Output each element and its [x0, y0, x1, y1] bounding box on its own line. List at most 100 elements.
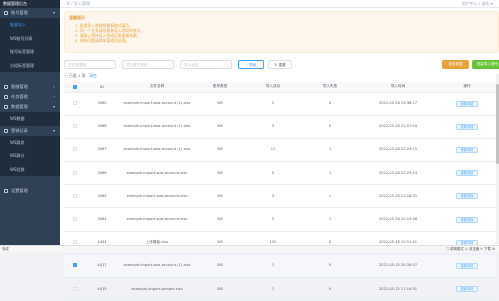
- cell-fail: 0: [302, 92, 358, 116]
- chevron-icon: ›: [53, 84, 55, 89]
- notice-panel: 温馨提示 1. 批量导入需按照模板格式填写。 2. 同一个任务请勿重复导入相同的…: [64, 11, 499, 53]
- row-checkbox[interactable]: [73, 217, 77, 222]
- cell-name: example-import-was-account.xlsx: [118, 207, 196, 232]
- view-detail-button[interactable]: 查看详情: [455, 146, 479, 153]
- row-checkbox[interactable]: [73, 240, 77, 245]
- cell-name: example-import-sample.xlsx: [118, 277, 196, 301]
- view-detail-button[interactable]: 查看详情: [455, 123, 479, 130]
- import-table: ID 文件名称 账号类型 导入成功 导入失败 导入时间 操作 3060 examp…: [64, 82, 496, 301]
- cell-type: WS: [196, 92, 244, 116]
- row-checkbox[interactable]: [73, 124, 77, 129]
- row-select-cell[interactable]: [64, 207, 86, 232]
- cell-type: WS: [196, 277, 244, 301]
- cell-action: 查看详情: [438, 277, 496, 301]
- user-menu[interactable]: 用户中心 | 退出 ▾: [462, 0, 493, 7]
- row-select-cell[interactable]: [64, 184, 86, 209]
- table-row[interactable]: 3067 example-import-was-account (1).xlsx W…: [64, 138, 496, 163]
- row-checkbox[interactable]: [73, 147, 77, 152]
- row-checkbox[interactable]: [73, 193, 77, 198]
- sidebar-group[interactable]: 数据管理 ▾: [0, 102, 60, 112]
- sidebar-item[interactable]: 账号标签管理: [0, 45, 60, 59]
- select-all-cell[interactable]: [64, 82, 86, 93]
- export-button[interactable]: 导出数据: [442, 60, 469, 69]
- view-detail-button[interactable]: 查看详情: [455, 100, 479, 107]
- cell-action: 查看详情: [438, 115, 496, 139]
- table-row[interactable]: 3060 example-import-was-account (1).xlsx W…: [64, 92, 496, 116]
- cell-success: 3: [244, 115, 302, 139]
- table-row[interactable]: 3066 example-import-was-account.xlsx WS 5 1 2…: [64, 161, 496, 186]
- row-checkbox[interactable]: [73, 263, 77, 268]
- row-select-cell[interactable]: [64, 92, 86, 116]
- list-icon: [4, 95, 8, 99]
- batch-import-button[interactable]: 批量导入账号: [472, 60, 499, 69]
- cell-time: 2022-05-26 22:19:48: [358, 207, 438, 232]
- clear-selection-link[interactable]: 清空: [89, 73, 97, 78]
- table-row[interactable]: 3064 example-import-was-account.xlsx WS 5 1 2…: [64, 207, 496, 232]
- cell-id: 3060: [86, 92, 118, 116]
- chevron-icon: ▾: [52, 10, 55, 15]
- file-name-input[interactable]: 文件名搜索: [64, 60, 116, 69]
- table-row[interactable]: 4417 example-import-was-account (1).xlsx W…: [64, 254, 496, 279]
- sidebar-group[interactable]: 账号管理 ▾: [0, 8, 60, 18]
- row-select-cell[interactable]: [64, 277, 86, 301]
- top-bar: 数据管理后台 号 / 导入管理 用户中心 | 退出 ▾: [0, 0, 499, 8]
- cell-name: example-import-was-account (1).xlsx: [118, 138, 196, 163]
- chevron-icon: ▾: [52, 104, 55, 109]
- cell-success: 11: [244, 138, 302, 163]
- sidebar-item[interactable]: WS群发: [0, 135, 60, 149]
- cell-fail: 0: [302, 277, 358, 301]
- row-checkbox[interactable]: [73, 101, 77, 106]
- sidebar-item[interactable]: WS账号列表: [0, 31, 60, 45]
- headset-icon: [4, 85, 8, 89]
- sidebar-group[interactable]: 营销记录 ▾: [0, 126, 60, 136]
- row-select-cell[interactable]: [64, 115, 86, 139]
- cell-action: 查看详情: [438, 184, 496, 209]
- row-select-cell[interactable]: [64, 254, 86, 279]
- view-detail-button[interactable]: 查看详情: [455, 216, 479, 223]
- breadcrumb: 号 / 导入管理: [66, 1, 90, 6]
- sidebar-item[interactable]: 分组标签管理: [0, 58, 60, 72]
- view-detail-button[interactable]: 查看详情: [455, 262, 479, 269]
- sidebar-group-label: 账号管理: [11, 10, 28, 15]
- search-button[interactable]: ⌕ 搜索: [238, 60, 264, 69]
- sidebar-group[interactable]: 设置管理: [0, 186, 60, 196]
- reset-button[interactable]: ↻ 重置: [268, 60, 292, 69]
- row-checkbox[interactable]: [73, 170, 77, 175]
- notice-title: 温馨提示: [69, 15, 85, 20]
- cell-action: 查看详情: [438, 161, 496, 186]
- column-header: 账号类型: [196, 82, 244, 93]
- row-select-cell[interactable]: [64, 161, 86, 186]
- sidebar-item[interactable]: WS群分: [0, 149, 60, 163]
- cell-fail: 1: [302, 138, 358, 163]
- cell-time: 2022-05-15 17:14:51: [358, 277, 438, 301]
- cell-name: example-import-was-account.xlsx: [118, 161, 196, 186]
- sidebar-item[interactable]: WS数据: [0, 112, 60, 126]
- status-select[interactable]: 导入状态: [180, 60, 232, 69]
- cell-action: 查看详情: [438, 254, 496, 279]
- table-row[interactable]: 3068 example-import-was-account (1).xlsx W…: [64, 115, 496, 139]
- column-header: 操作: [438, 82, 496, 93]
- user-icon: [4, 11, 8, 15]
- table-row[interactable]: 3065 example-import-was-account.xlsx WS 3 1 2…: [64, 184, 496, 209]
- row-select-cell[interactable]: [64, 138, 86, 163]
- account-type-select[interactable]: 导入账号类型: [122, 60, 174, 69]
- cell-id: 3068: [86, 115, 118, 139]
- cell-type: WS: [196, 138, 244, 163]
- view-detail-button[interactable]: 查看详情: [455, 286, 479, 293]
- sidebar-group[interactable]: 任务管理 ›: [0, 92, 60, 102]
- table-header-row: ID 文件名称 账号类型 导入成功 导入失败 导入时间 操作: [64, 82, 496, 93]
- sidebar-group[interactable]: 客服管理 ›: [0, 82, 60, 92]
- gear-icon: [4, 189, 8, 193]
- selection-info: ⓘ 已选 1 项清空: [64, 73, 97, 79]
- view-detail-button[interactable]: 查看详情: [455, 193, 479, 200]
- sidebar-item[interactable]: 批量导入: [0, 18, 60, 32]
- sidebar-item[interactable]: WS拉群: [0, 162, 60, 176]
- select-all-checkbox[interactable]: [73, 84, 77, 89]
- view-detail-button[interactable]: 查看详情: [455, 170, 479, 177]
- row-checkbox[interactable]: [73, 286, 77, 291]
- cell-name: example-import-was-account (1).xlsx: [118, 254, 196, 279]
- cell-name: example-import-was-account (1).xlsx: [118, 115, 196, 139]
- column-header: 导入失败: [302, 82, 358, 93]
- table-row[interactable]: 4415 example-import-sample.xlsx WS 1 0 2022-0…: [64, 277, 496, 301]
